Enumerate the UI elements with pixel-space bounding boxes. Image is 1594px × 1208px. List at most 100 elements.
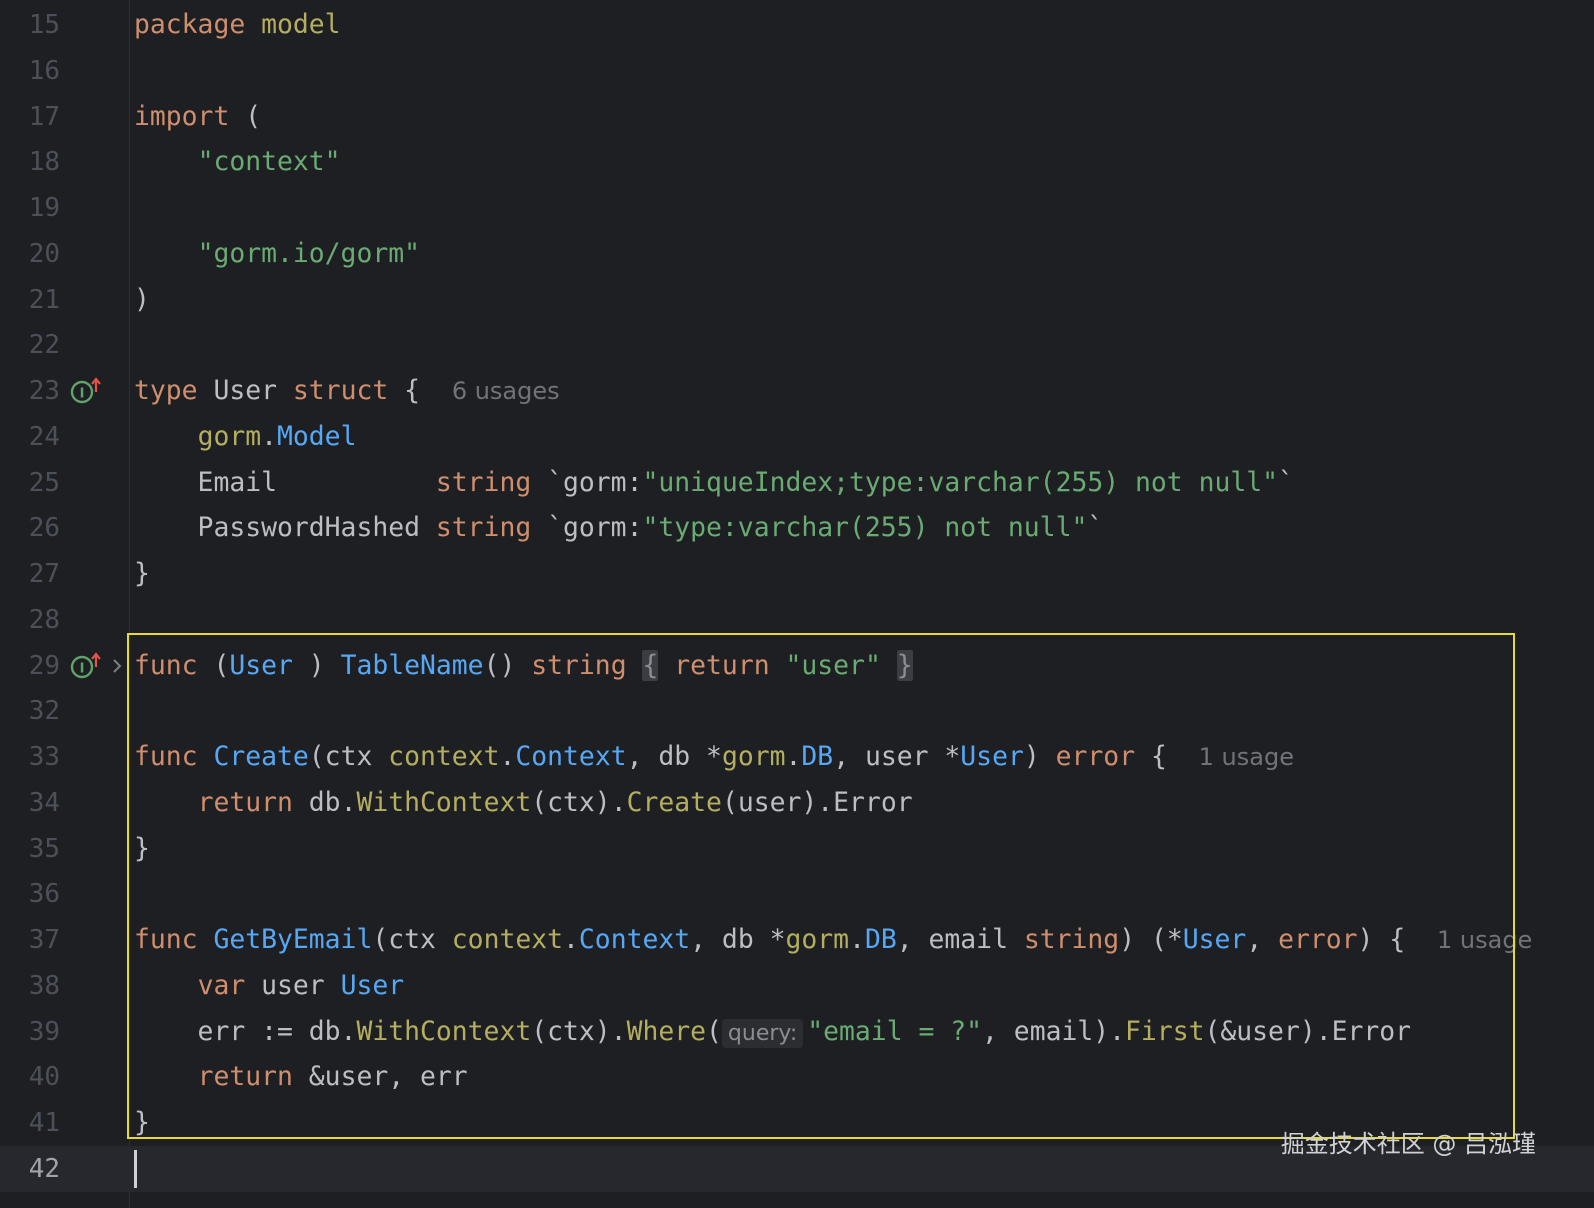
code-text[interactable]: type User struct { 6 usages xyxy=(134,368,560,414)
code-token: Model xyxy=(277,420,357,452)
code-line[interactable]: 28 xyxy=(0,597,1594,643)
code-line[interactable]: 22 xyxy=(0,322,1594,368)
line-number[interactable]: 35 xyxy=(0,826,60,872)
code-line[interactable]: 36 xyxy=(0,871,1594,917)
code-line[interactable]: 35} xyxy=(0,826,1594,872)
line-number[interactable]: 33 xyxy=(0,734,60,780)
line-number[interactable]: 17 xyxy=(0,94,60,140)
line-number[interactable]: 24 xyxy=(0,414,60,460)
usages-hint[interactable]: 1 usage xyxy=(1437,926,1532,954)
code-text[interactable]: } xyxy=(134,826,150,872)
code-text[interactable]: } xyxy=(134,551,150,597)
code-token: DB xyxy=(801,741,834,772)
code-line[interactable]: 18 "context" xyxy=(0,139,1594,185)
code-line[interactable]: 34 return db.WithContext(ctx).Create(use… xyxy=(0,780,1594,826)
code-line[interactable]: 23 Itype User struct { 6 usages xyxy=(0,368,1594,414)
code-line[interactable]: 15 package model xyxy=(0,2,1594,48)
code-token: { xyxy=(388,375,452,406)
code-line[interactable]: 33 func Create(ctx context.Context, db *g… xyxy=(0,734,1594,780)
line-number[interactable]: 19 xyxy=(0,185,60,231)
line-number[interactable]: 41 xyxy=(0,1100,60,1146)
code-line[interactable]: 29 Ifunc (User ) TableName() string { ret… xyxy=(0,643,1594,689)
code-line[interactable]: 40 return &user, err xyxy=(0,1054,1594,1100)
code-text[interactable]: package model xyxy=(134,2,341,48)
code-line[interactable]: 19 xyxy=(0,185,1594,231)
code-editor[interactable]: 15 package model 16 17 import (18 "context" 1… xyxy=(0,0,1594,1208)
implementation-up-icon[interactable]: I xyxy=(70,651,108,680)
code-token: , email). xyxy=(982,1015,1126,1047)
line-number[interactable]: 27 xyxy=(0,551,60,597)
code-line[interactable]: 27} xyxy=(0,551,1594,597)
code-text[interactable]: err := db.WithContext(ctx).Where(query: "… xyxy=(134,1009,1411,1055)
line-number[interactable]: 16 xyxy=(0,48,60,94)
line-number[interactable]: 36 xyxy=(0,871,60,917)
line-number[interactable]: 18 xyxy=(0,139,60,185)
code-token: ` xyxy=(1278,466,1294,498)
code-token: "email = ?" xyxy=(807,1015,983,1047)
code-token: ( xyxy=(706,1015,722,1047)
code-text[interactable]: } xyxy=(134,1100,150,1146)
code-text[interactable]: gorm.Model xyxy=(134,414,357,460)
line-number[interactable]: 42 xyxy=(0,1146,60,1192)
code-line[interactable]: 24 gorm.Model xyxy=(0,414,1594,460)
code-text[interactable]: var user User xyxy=(134,963,405,1009)
line-number[interactable]: 37 xyxy=(0,917,60,963)
code-line[interactable]: 25 Email string `gorm:"uniqueIndex;type:… xyxy=(0,460,1594,506)
line-number[interactable]: 39 xyxy=(0,1009,60,1055)
code-token: gorm xyxy=(721,741,786,772)
line-number[interactable]: 23 xyxy=(0,368,60,414)
line-number[interactable]: 34 xyxy=(0,780,60,826)
code-token: context xyxy=(451,924,564,955)
code-line[interactable]: 17 import ( xyxy=(0,94,1594,140)
code-text[interactable]: return &user, err xyxy=(134,1054,468,1100)
implementation-up-icon[interactable]: I xyxy=(70,377,108,405)
code-token: User xyxy=(960,741,1024,772)
code-token: db. xyxy=(292,786,357,818)
code-token: string xyxy=(531,649,627,681)
code-text[interactable]: func GetByEmail(ctx context.Context, db … xyxy=(134,917,1532,963)
line-number[interactable]: 38 xyxy=(0,963,60,1009)
line-number[interactable]: 22 xyxy=(0,322,60,368)
usages-hint[interactable]: 6 usages xyxy=(452,377,560,405)
line-number[interactable]: 32 xyxy=(0,688,60,734)
code-line[interactable]: 39 err := db.WithContext(ctx).Where(quer… xyxy=(0,1009,1594,1055)
line-number[interactable]: 21 xyxy=(0,277,60,323)
code-token: ` xyxy=(1087,512,1104,544)
code-text[interactable]: PasswordHashed string `gorm:"type:varcha… xyxy=(134,505,1104,551)
matched-brace: { xyxy=(642,649,659,681)
code-text[interactable]: func Create(ctx context.Context, db *gor… xyxy=(134,734,1294,780)
code-token: Where xyxy=(626,1015,707,1047)
code-token: GetByEmail xyxy=(213,924,373,955)
code-text[interactable]: func (User ) TableName() string { return… xyxy=(134,643,913,689)
code-line[interactable]: 20 "gorm.io/gorm" xyxy=(0,231,1594,277)
line-number[interactable]: 26 xyxy=(0,505,60,551)
line-number[interactable]: 28 xyxy=(0,597,60,643)
line-number[interactable]: 20 xyxy=(0,231,60,277)
svg-text:I: I xyxy=(80,387,85,402)
code-line[interactable]: 16 xyxy=(0,48,1594,94)
code-line[interactable]: 32 xyxy=(0,688,1594,734)
line-number[interactable]: 40 xyxy=(0,1054,60,1100)
code-text[interactable]: return db.WithContext(ctx).Create(user).… xyxy=(134,780,913,826)
code-token: gorm xyxy=(197,420,262,452)
code-token: string xyxy=(1023,924,1120,955)
line-number[interactable]: 29 xyxy=(0,643,60,689)
code-token: `gorm: xyxy=(531,466,643,498)
code-token: `gorm: xyxy=(531,512,643,544)
code-token: , email xyxy=(896,924,1024,955)
usages-hint[interactable]: 1 usage xyxy=(1199,743,1294,771)
code-line[interactable]: 21) xyxy=(0,277,1594,323)
code-text[interactable]: Email string `gorm:"uniqueIndex;type:var… xyxy=(134,460,1294,506)
code-line[interactable]: 38 var user User xyxy=(0,963,1594,1009)
code-text[interactable]: ) xyxy=(134,277,150,323)
code-text[interactable]: "gorm.io/gorm" xyxy=(134,231,420,277)
code-text[interactable]: import ( xyxy=(134,94,261,140)
line-number[interactable]: 25 xyxy=(0,460,60,506)
code-token: "uniqueIndex;type:varchar(255) not null" xyxy=(642,466,1279,498)
code-token: (ctx). xyxy=(531,1015,627,1047)
code-text[interactable]: "context" xyxy=(134,139,341,185)
line-number[interactable]: 15 xyxy=(0,2,60,48)
code-line[interactable]: 37 func GetByEmail(ctx context.Context, d… xyxy=(0,917,1594,963)
code-line[interactable]: 26 PasswordHashed string `gorm:"type:var… xyxy=(0,505,1594,551)
fold-expand-icon[interactable] xyxy=(108,657,126,675)
